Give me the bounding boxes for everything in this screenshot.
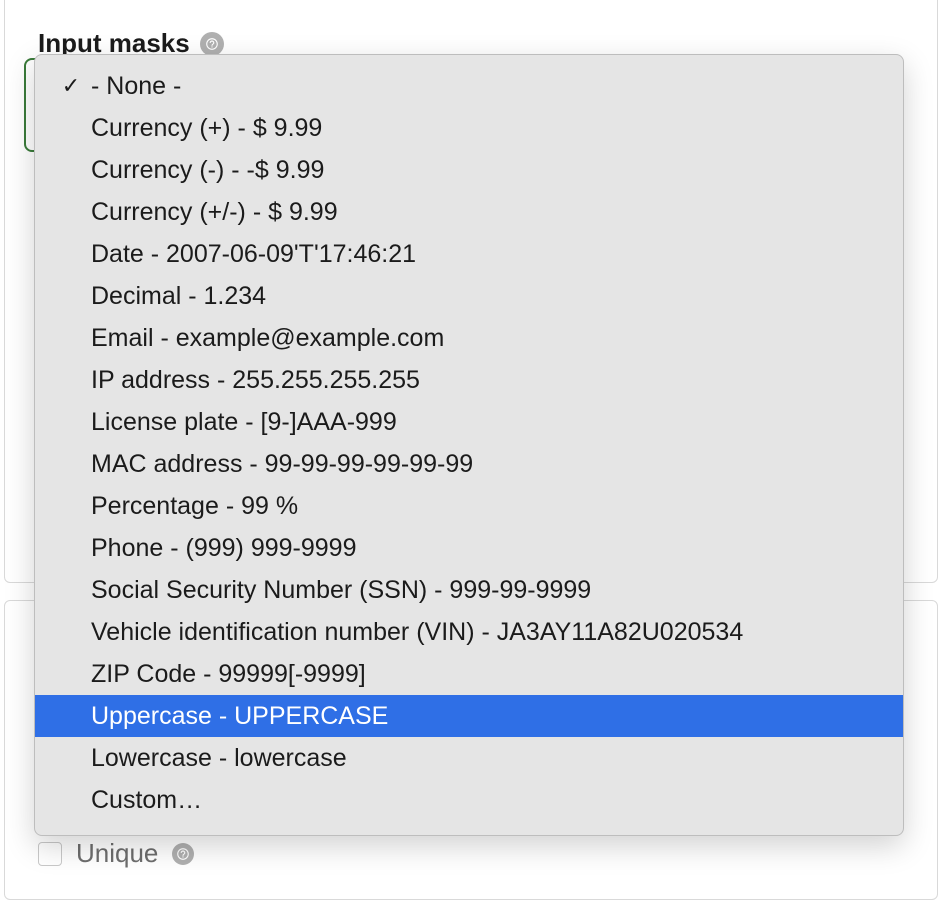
dropdown-option[interactable]: Vehicle identification number (VIN) - JA…: [35, 611, 903, 653]
dropdown-option-label: Vehicle identification number (VIN) - JA…: [91, 618, 897, 647]
check-icon: ✓: [51, 73, 91, 99]
dropdown-option[interactable]: IP address - 255.255.255.255: [35, 359, 903, 401]
dropdown-option-label: Decimal - 1.234: [91, 282, 897, 311]
dropdown-option-label: License plate - [9-]AAA-999: [91, 408, 897, 437]
dropdown-option-label: Date - 2007-06-09'T'17:46:21: [91, 240, 897, 269]
dropdown-option[interactable]: Email - example@example.com: [35, 317, 903, 359]
input-masks-dropdown[interactable]: ✓- None - Currency (+) - $ 9.99 Currency (…: [34, 54, 904, 836]
dropdown-option-label: Lowercase - lowercase: [91, 744, 897, 773]
dropdown-option-label: Currency (-) - -$ 9.99: [91, 156, 897, 185]
dropdown-option-label: Phone - (999) 999-9999: [91, 534, 897, 563]
dropdown-option-label: ZIP Code - 99999[-9999]: [91, 660, 897, 689]
dropdown-option[interactable]: Currency (+/-) - $ 9.99: [35, 191, 903, 233]
dropdown-option[interactable]: Uppercase - UPPERCASE: [35, 695, 903, 737]
unique-checkbox[interactable]: [38, 842, 62, 866]
dropdown-option-label: IP address - 255.255.255.255: [91, 366, 897, 395]
dropdown-option-label: Custom…: [91, 786, 897, 815]
dropdown-option[interactable]: ZIP Code - 99999[-9999]: [35, 653, 903, 695]
dropdown-option-label: MAC address - 99-99-99-99-99-99: [91, 450, 897, 479]
dropdown-option[interactable]: License plate - [9-]AAA-999: [35, 401, 903, 443]
dropdown-option[interactable]: Currency (+) - $ 9.99: [35, 107, 903, 149]
dropdown-option-label: Uppercase - UPPERCASE: [91, 702, 897, 731]
help-icon[interactable]: [172, 843, 194, 865]
dropdown-option-label: Currency (+) - $ 9.99: [91, 114, 897, 143]
unique-checkbox-label: Unique: [76, 838, 158, 869]
dropdown-option[interactable]: Decimal - 1.234: [35, 275, 903, 317]
dropdown-option[interactable]: Lowercase - lowercase: [35, 737, 903, 779]
dropdown-option-label: - None -: [91, 72, 897, 101]
dropdown-option[interactable]: Percentage - 99 %: [35, 485, 903, 527]
dropdown-option[interactable]: ✓- None -: [35, 65, 903, 107]
help-icon[interactable]: [200, 32, 224, 56]
dropdown-option[interactable]: Phone - (999) 999-9999: [35, 527, 903, 569]
dropdown-option[interactable]: Custom…: [35, 779, 903, 821]
unique-checkbox-row: Unique: [38, 838, 194, 869]
dropdown-option-label: Currency (+/-) - $ 9.99: [91, 198, 897, 227]
dropdown-option[interactable]: Social Security Number (SSN) - 999-99-99…: [35, 569, 903, 611]
dropdown-option[interactable]: Date - 2007-06-09'T'17:46:21: [35, 233, 903, 275]
dropdown-option-label: Social Security Number (SSN) - 999-99-99…: [91, 576, 897, 605]
dropdown-option[interactable]: MAC address - 99-99-99-99-99-99: [35, 443, 903, 485]
dropdown-option[interactable]: Currency (-) - -$ 9.99: [35, 149, 903, 191]
dropdown-option-label: Percentage - 99 %: [91, 492, 897, 521]
dropdown-option-label: Email - example@example.com: [91, 324, 897, 353]
